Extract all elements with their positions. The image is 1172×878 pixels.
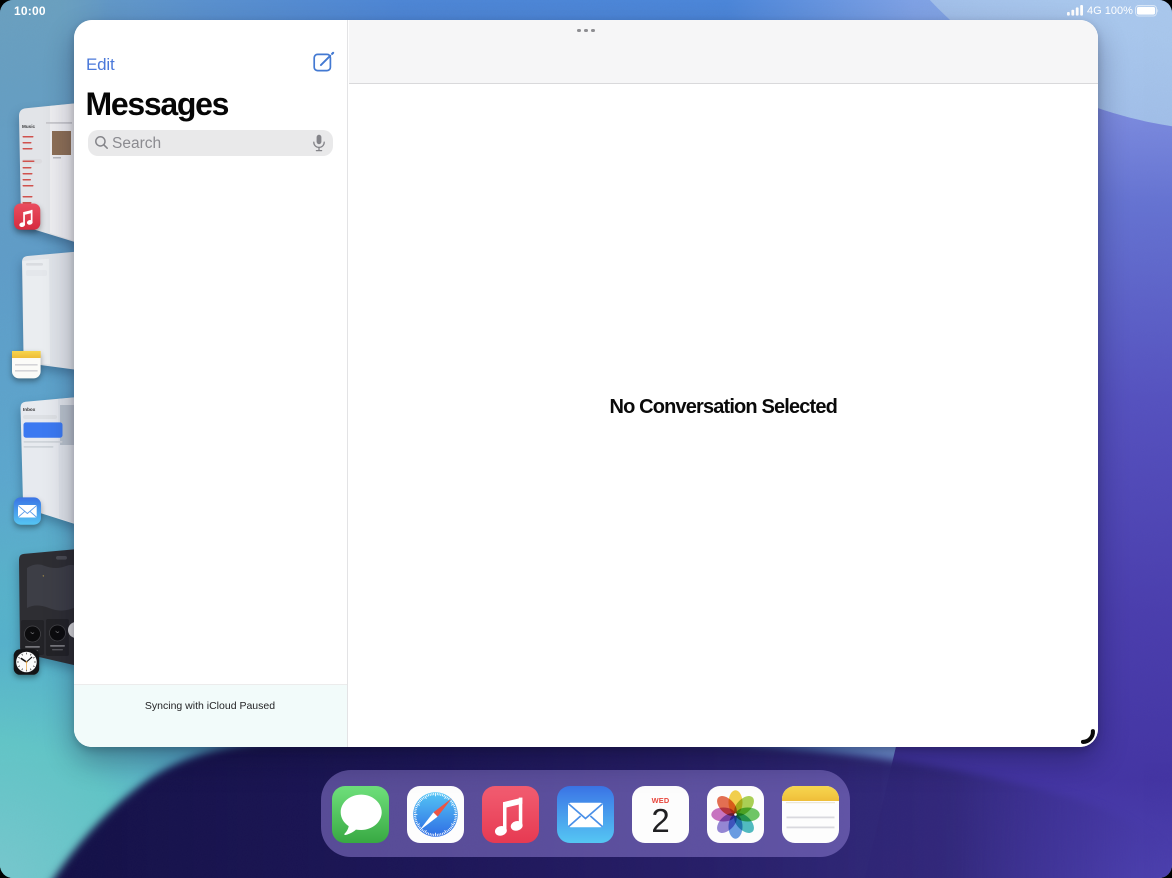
svg-text:2: 2	[651, 802, 669, 839]
svg-text:Music: Music	[22, 124, 35, 129]
svg-text:Inbox: Inbox	[23, 407, 36, 412]
svg-text:✦: ✦	[42, 574, 45, 578]
